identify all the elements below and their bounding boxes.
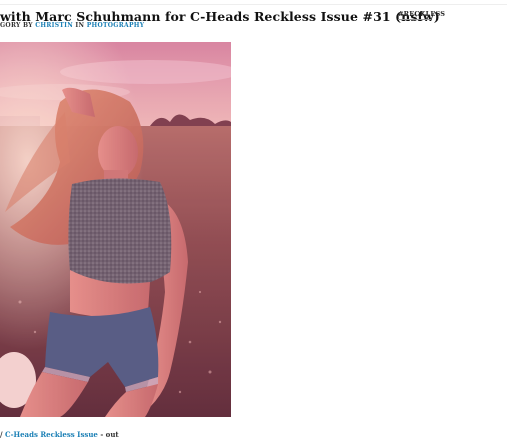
credit-suffix: - out [100,430,119,439]
post-meta: GORY BY CHRISTIN IN PHOTOGRAPHY [0,22,144,29]
author-link[interactable]: CHRISTIN [35,22,73,29]
meta-in: IN [75,22,85,29]
top-divider [0,4,507,5]
tag-reckless-link[interactable]: #RECKLESS [398,10,445,18]
category-link[interactable]: PHOTOGRAPHY [87,22,145,29]
meta-by: BY [23,22,36,29]
issue-link[interactable]: C-Heads Reckless Issue [5,430,98,439]
tag-underline [398,19,431,20]
girl-in-field-photo [0,42,231,417]
credit-line: / C-Heads Reckless Issue - out [0,430,119,439]
meta-prefix: GORY [0,22,21,29]
credit-prefix: / [0,430,3,439]
